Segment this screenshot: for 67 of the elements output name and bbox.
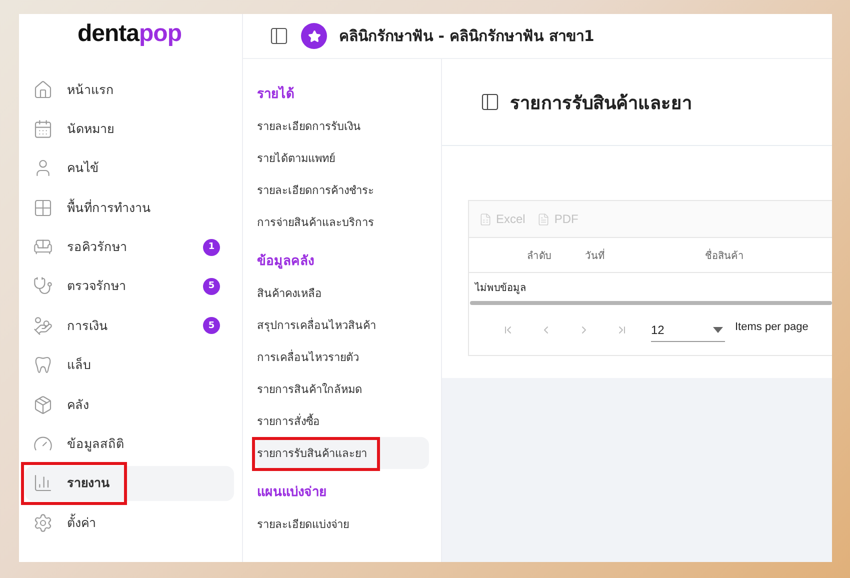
clinic-title: คลินิกรักษาฟัน - คลินิกรักษาฟัน สาขา1	[339, 26, 594, 47]
menu-item[interactable]: รายละเอียดการรับเงิน	[255, 110, 429, 142]
sidebar-item[interactable]: หน้าแรก	[25, 72, 234, 107]
sidebar-label: ข้อมูลสถิติ	[67, 435, 124, 454]
grid-icon	[33, 198, 53, 218]
caret-icon	[713, 326, 723, 332]
sidebar-item[interactable]: รอคิวรักษา 1	[25, 230, 234, 265]
hand-coins-icon	[33, 316, 53, 336]
column-header: ลำดับ	[527, 250, 552, 262]
menu-item[interactable]: รายการสั่งซื้อ	[255, 405, 429, 437]
sidebar-label: รอคิวรักษา	[67, 238, 127, 256]
file-icon	[479, 212, 492, 226]
section-heading: รายได้	[256, 84, 295, 104]
column-header: วันที่	[585, 248, 606, 262]
menu-item[interactable]: การเคลื่อนไหวรายตัว	[255, 341, 429, 373]
section-heading: ข้อมูลคลัง	[256, 252, 315, 271]
star-icon	[308, 30, 320, 42]
file-icon	[537, 212, 550, 226]
section-heading: แผนแบ่งจ่าย	[256, 484, 328, 502]
tooth-icon	[33, 355, 53, 376]
sidebar-item[interactable]: แล็บ	[25, 348, 234, 383]
sidebar-item[interactable]: คลัง	[25, 387, 234, 422]
scrollbar[interactable]	[470, 301, 832, 305]
sidebar-label: พื้นที่การทำงาน	[67, 198, 151, 217]
sidebar-label: คนไข้	[67, 159, 99, 178]
sidebar-label: ตั้งค่า	[67, 512, 96, 532]
count-badge: 1	[203, 238, 220, 256]
sidebar-item[interactable]: พื้นที่การทำงาน	[25, 190, 234, 226]
last-page-icon	[616, 324, 628, 336]
stethoscope-icon	[33, 276, 53, 296]
menu-item[interactable]: รายละเอียดแบ่งจ่าย	[255, 508, 429, 540]
settings-icon	[33, 512, 53, 533]
count-badge: 5	[203, 317, 220, 334]
menu-item[interactable]: การจ่ายสินค้าและบริการ	[255, 206, 429, 238]
sidebar-label: นัดหมาย	[67, 120, 114, 138]
calendar-icon	[33, 118, 53, 139]
panel-icon	[480, 92, 500, 112]
package-icon	[33, 394, 53, 415]
sidebar-item[interactable]: ตั้งค่า	[25, 505, 234, 540]
menu-item[interactable]: รายการรับสินค้าและยา	[255, 437, 429, 469]
sidebar-label: การเงิน	[67, 316, 108, 335]
menu-item[interactable]: รายการสินค้าใกล้หมด	[255, 373, 429, 405]
sidebar-item[interactable]: นัดหมาย	[25, 111, 234, 146]
menu-item[interactable]: สินค้าคงเหลือ	[255, 277, 429, 309]
sidebar-label: หน้าแรก	[67, 80, 114, 98]
empty-message: ไม่พบข้อมูล	[475, 281, 526, 294]
sidebar-item[interactable]: ตรวจรักษา 5	[25, 268, 234, 304]
sidebar-toggle-icon[interactable]	[269, 26, 289, 46]
sidebar-label: ตรวจรักษา	[67, 277, 126, 296]
first-page-icon	[502, 324, 514, 336]
logo: dentapop	[78, 20, 182, 48]
page-size-select[interactable]: 12	[651, 318, 725, 342]
sidebar-label: แล็บ	[67, 356, 91, 374]
bar-chart-icon	[33, 473, 53, 494]
sidebar-label: รายงาน	[67, 474, 110, 492]
menu-item[interactable]: รายละเอียดการค้างชำระ	[255, 174, 429, 206]
sidebar-item[interactable]: คนไข้	[25, 150, 234, 186]
sidebar-label: คลัง	[67, 396, 89, 414]
count-badge: 5	[203, 278, 220, 295]
page-title: รายการรับสินค้าและยา	[510, 92, 692, 116]
sidebar-item[interactable]: การเงิน 5	[25, 308, 234, 344]
menu-item[interactable]: สรุปการเคลื่อนไหวสินค้า	[255, 309, 429, 341]
home-icon	[33, 80, 53, 100]
page-size-label: Items per page	[735, 321, 808, 333]
sidebar-item[interactable]: ข้อมูลสถิติ	[25, 426, 234, 462]
menu-item[interactable]: รายได้ตามแพทย์	[255, 142, 429, 174]
column-header: ชื่อสินค้า	[705, 248, 745, 262]
